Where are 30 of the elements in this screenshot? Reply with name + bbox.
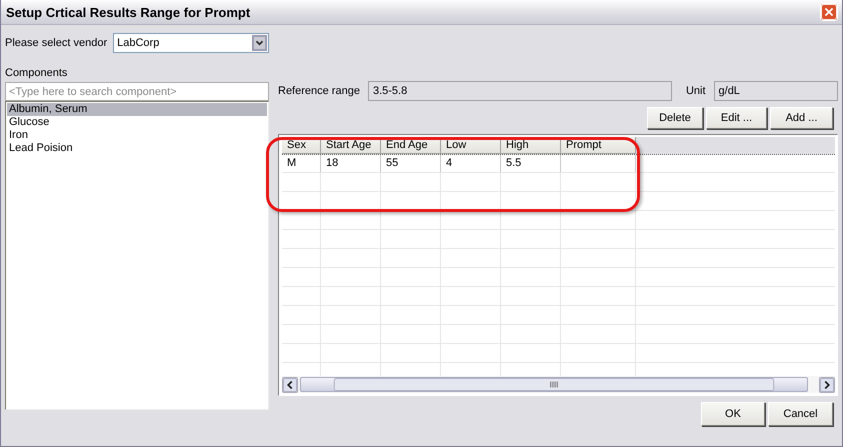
reference-range-field[interactable]: 3.5-5.8 <box>368 81 672 101</box>
search-field[interactable]: <Type here to search component> <box>5 82 269 101</box>
delete-button[interactable]: Delete <box>647 107 703 129</box>
edit-button[interactable]: Edit ... <box>706 107 767 129</box>
scroll-thumb[interactable] <box>300 377 808 392</box>
table-cell: 18 <box>326 157 338 170</box>
window-title: Setup Crtical Results Range for Prompt <box>6 4 250 20</box>
horizontal-scrollbar[interactable] <box>282 376 835 393</box>
component-item[interactable]: Lead Poision <box>7 142 267 155</box>
scroll-left-icon[interactable] <box>282 376 298 393</box>
cancel-button[interactable]: Cancel <box>768 402 833 426</box>
table-cell: 4 <box>446 157 452 170</box>
vendor-label: Please select vendor <box>5 37 108 49</box>
component-item[interactable]: Albumin, Serum <box>7 103 267 116</box>
vendor-dropdown[interactable]: LabCorp <box>113 33 269 53</box>
component-item[interactable]: Glucose <box>7 116 267 129</box>
components-label: Components <box>5 67 68 79</box>
table-cell: 55 <box>386 157 398 170</box>
ok-button[interactable]: OK <box>701 402 765 426</box>
close-icon[interactable] <box>820 3 838 21</box>
reference-range-label: Reference range <box>278 85 360 97</box>
dropdown-arrow-icon[interactable] <box>252 35 267 51</box>
unit-label: Unit <box>686 85 706 97</box>
add-button[interactable]: Add ... <box>770 107 833 129</box>
unit-field[interactable]: g/dL <box>714 81 838 101</box>
table-cell: M <box>287 157 296 170</box>
table-cell: 5.5 <box>506 157 522 170</box>
scroll-right-icon[interactable] <box>819 376 835 393</box>
vendor-value: LabCorp <box>117 37 160 49</box>
component-item[interactable]: Iron <box>7 129 267 142</box>
